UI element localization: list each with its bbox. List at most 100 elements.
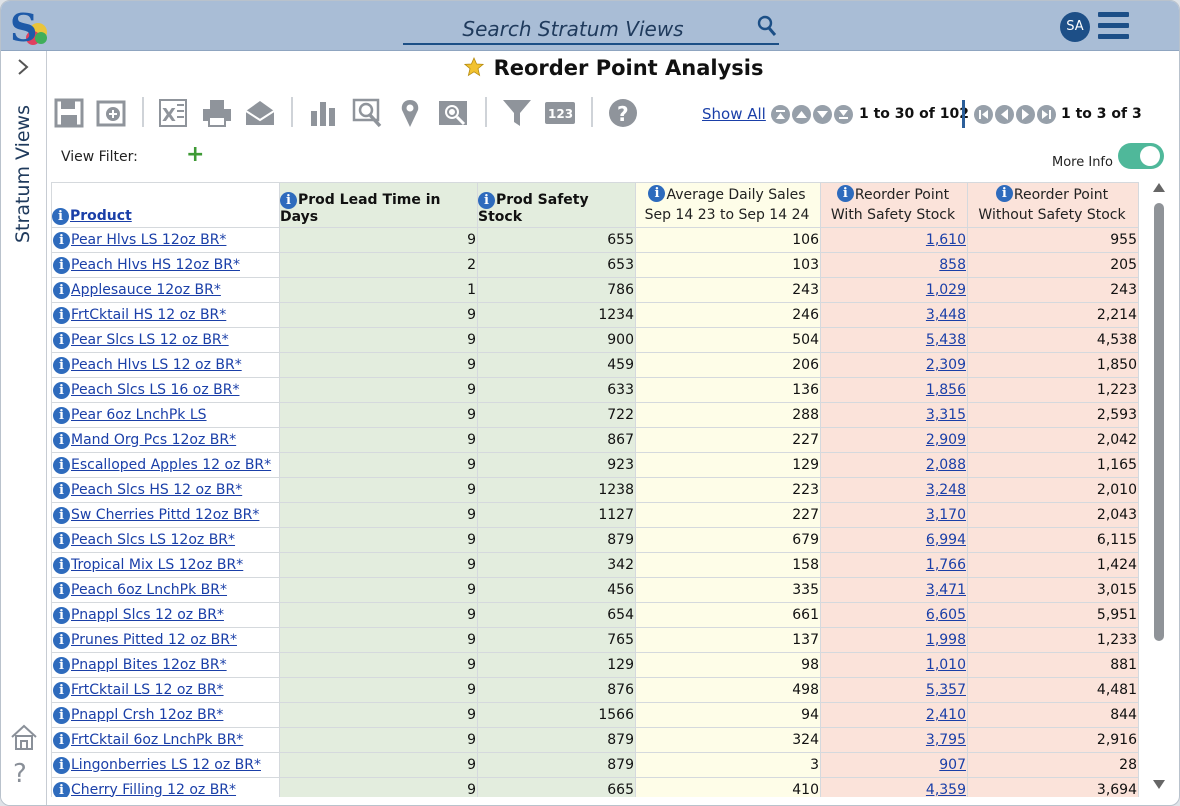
reorder-point-link[interactable]: 858 [939,257,966,273]
save-icon[interactable] [53,97,85,129]
reorder-point-link[interactable]: 1,010 [926,657,966,673]
chart-icon[interactable] [307,97,339,129]
info-icon[interactable]: i [995,185,1013,202]
scroll-thumb[interactable] [1154,203,1164,641]
filter-icon[interactable] [501,97,533,129]
reorder-point-link[interactable]: 3,315 [926,407,966,423]
info-icon[interactable]: i [478,192,495,209]
info-icon[interactable]: i [648,185,666,202]
first-column-page-button[interactable] [974,105,993,124]
info-icon[interactable]: i [53,706,70,724]
reorder-point-link[interactable]: 2,909 [926,432,966,448]
info-icon[interactable]: i [53,281,70,299]
column-header-lead-time[interactable]: i Prod Lead Time in Days [279,182,478,228]
info-icon[interactable]: i [53,456,70,474]
info-icon[interactable]: i [53,531,70,549]
info-icon[interactable]: i [53,681,70,699]
info-icon[interactable]: i [280,192,297,209]
help-question-icon[interactable]: ? [13,759,35,789]
reorder-point-link[interactable]: 907 [939,757,966,773]
product-link[interactable]: Escalloped Apples 12 oz BR* [71,457,271,473]
add-filter-button[interactable]: + [186,144,204,166]
home-icon[interactable] [10,723,38,751]
reorder-point-link[interactable]: 3,170 [926,507,966,523]
column-header-reorder-point-without-safety[interactable]: i Reorder Point Without Safety Stock [967,182,1139,228]
product-link[interactable]: Lingonberries LS 12 oz BR* [71,757,261,773]
product-link[interactable]: Pear Hlvs LS 12oz BR* [71,232,226,248]
product-link[interactable]: Peach Slcs LS 16 oz BR* [71,382,239,398]
product-link[interactable]: Peach Slcs HS 12 oz BR* [71,482,242,498]
info-icon[interactable]: i [53,606,70,624]
drill-icon[interactable] [351,97,383,129]
reorder-point-link[interactable]: 6,994 [926,532,966,548]
product-link[interactable]: Pnappl Bites 12oz BR* [71,657,227,673]
hamburger-menu-icon[interactable] [1098,12,1129,42]
previous-page-button[interactable] [792,105,811,124]
info-icon[interactable]: i [53,656,70,674]
number-format-icon[interactable]: 123 [544,97,576,129]
reorder-point-link[interactable]: 2,088 [926,457,966,473]
info-icon[interactable]: i [53,256,70,274]
stratum-views-label[interactable]: Stratum Views [12,105,36,243]
last-column-page-button[interactable] [1037,105,1056,124]
search-zoom-icon[interactable] [437,97,469,129]
reorder-point-link[interactable]: 2,410 [926,707,966,723]
product-link[interactable]: Pnappl Slcs 12 oz BR* [71,607,224,623]
product-link[interactable]: Applesauce 12oz BR* [71,282,221,298]
info-icon[interactable]: i [53,431,70,449]
next-page-button[interactable] [813,105,832,124]
reorder-point-link[interactable]: 1,766 [926,557,966,573]
product-link[interactable]: Cherry Filling 12 oz BR* [71,782,236,798]
last-page-button[interactable] [834,105,853,124]
info-icon[interactable]: i [53,556,70,574]
user-avatar[interactable]: SA [1060,12,1090,42]
product-link[interactable]: Peach Slcs LS 12oz BR* [71,532,235,548]
search-input[interactable] [403,15,743,43]
product-link[interactable]: Prunes Pitted 12 oz BR* [71,632,237,648]
info-icon[interactable]: i [53,381,70,399]
reorder-point-link[interactable]: 1,610 [926,232,966,248]
info-icon[interactable]: i [53,231,70,249]
column-header-product[interactable]: i Product [51,182,280,228]
scroll-down-arrow-icon[interactable] [1153,780,1165,789]
email-icon[interactable] [244,97,276,129]
help-icon[interactable]: ? [607,97,639,129]
reorder-point-link[interactable]: 3,248 [926,482,966,498]
vertical-scrollbar[interactable] [1151,181,1167,797]
info-icon[interactable]: i [53,356,70,374]
show-all-link[interactable]: Show All [702,105,766,123]
reorder-point-link[interactable]: 1,029 [926,282,966,298]
reorder-point-link[interactable]: 5,438 [926,332,966,348]
print-icon[interactable] [201,97,233,129]
info-icon[interactable]: i [53,631,70,649]
reorder-point-link[interactable]: 3,471 [926,582,966,598]
product-link[interactable]: Tropical Mix LS 12oz BR* [71,557,243,573]
reorder-point-link[interactable]: 3,795 [926,732,966,748]
reorder-point-link[interactable]: 2,309 [926,357,966,373]
column-header-reorder-point-with-safety[interactable]: i Reorder Point With Safety Stock [820,182,968,228]
info-icon[interactable]: i [53,781,70,797]
reorder-point-link[interactable]: 1,998 [926,632,966,648]
column-header-safety-stock[interactable]: i Prod Safety Stock [477,182,636,228]
previous-column-page-button[interactable] [995,105,1014,124]
stratum-logo[interactable]: S [7,5,51,49]
column-header-average-daily-sales[interactable]: i Average Daily Sales Sep 14 23 to Sep 14 … [635,182,821,228]
reorder-point-link[interactable]: 1,856 [926,382,966,398]
info-icon[interactable]: i [53,331,70,349]
product-link[interactable]: FrtCktail LS 12 oz BR* [71,682,224,698]
first-page-button[interactable] [771,105,790,124]
info-icon[interactable]: i [53,481,70,499]
product-link[interactable]: Pear 6oz LnchPk LS [71,407,207,423]
product-link[interactable]: FrtCktail HS 12 oz BR* [71,307,226,323]
info-icon[interactable]: i [53,731,70,749]
info-icon[interactable]: i [53,506,70,524]
favorite-star-icon[interactable] [464,57,485,77]
info-icon[interactable]: i [53,306,70,324]
reorder-point-link[interactable]: 5,357 [926,682,966,698]
search-icon[interactable] [757,15,777,37]
info-icon[interactable]: i [53,406,70,424]
product-link[interactable]: Pnappl Crsh 12oz BR* [71,707,223,723]
next-column-page-button[interactable] [1016,105,1035,124]
product-link[interactable]: Pear Slcs LS 12 oz BR* [71,332,229,348]
excel-export-icon[interactable]: X [157,97,189,129]
